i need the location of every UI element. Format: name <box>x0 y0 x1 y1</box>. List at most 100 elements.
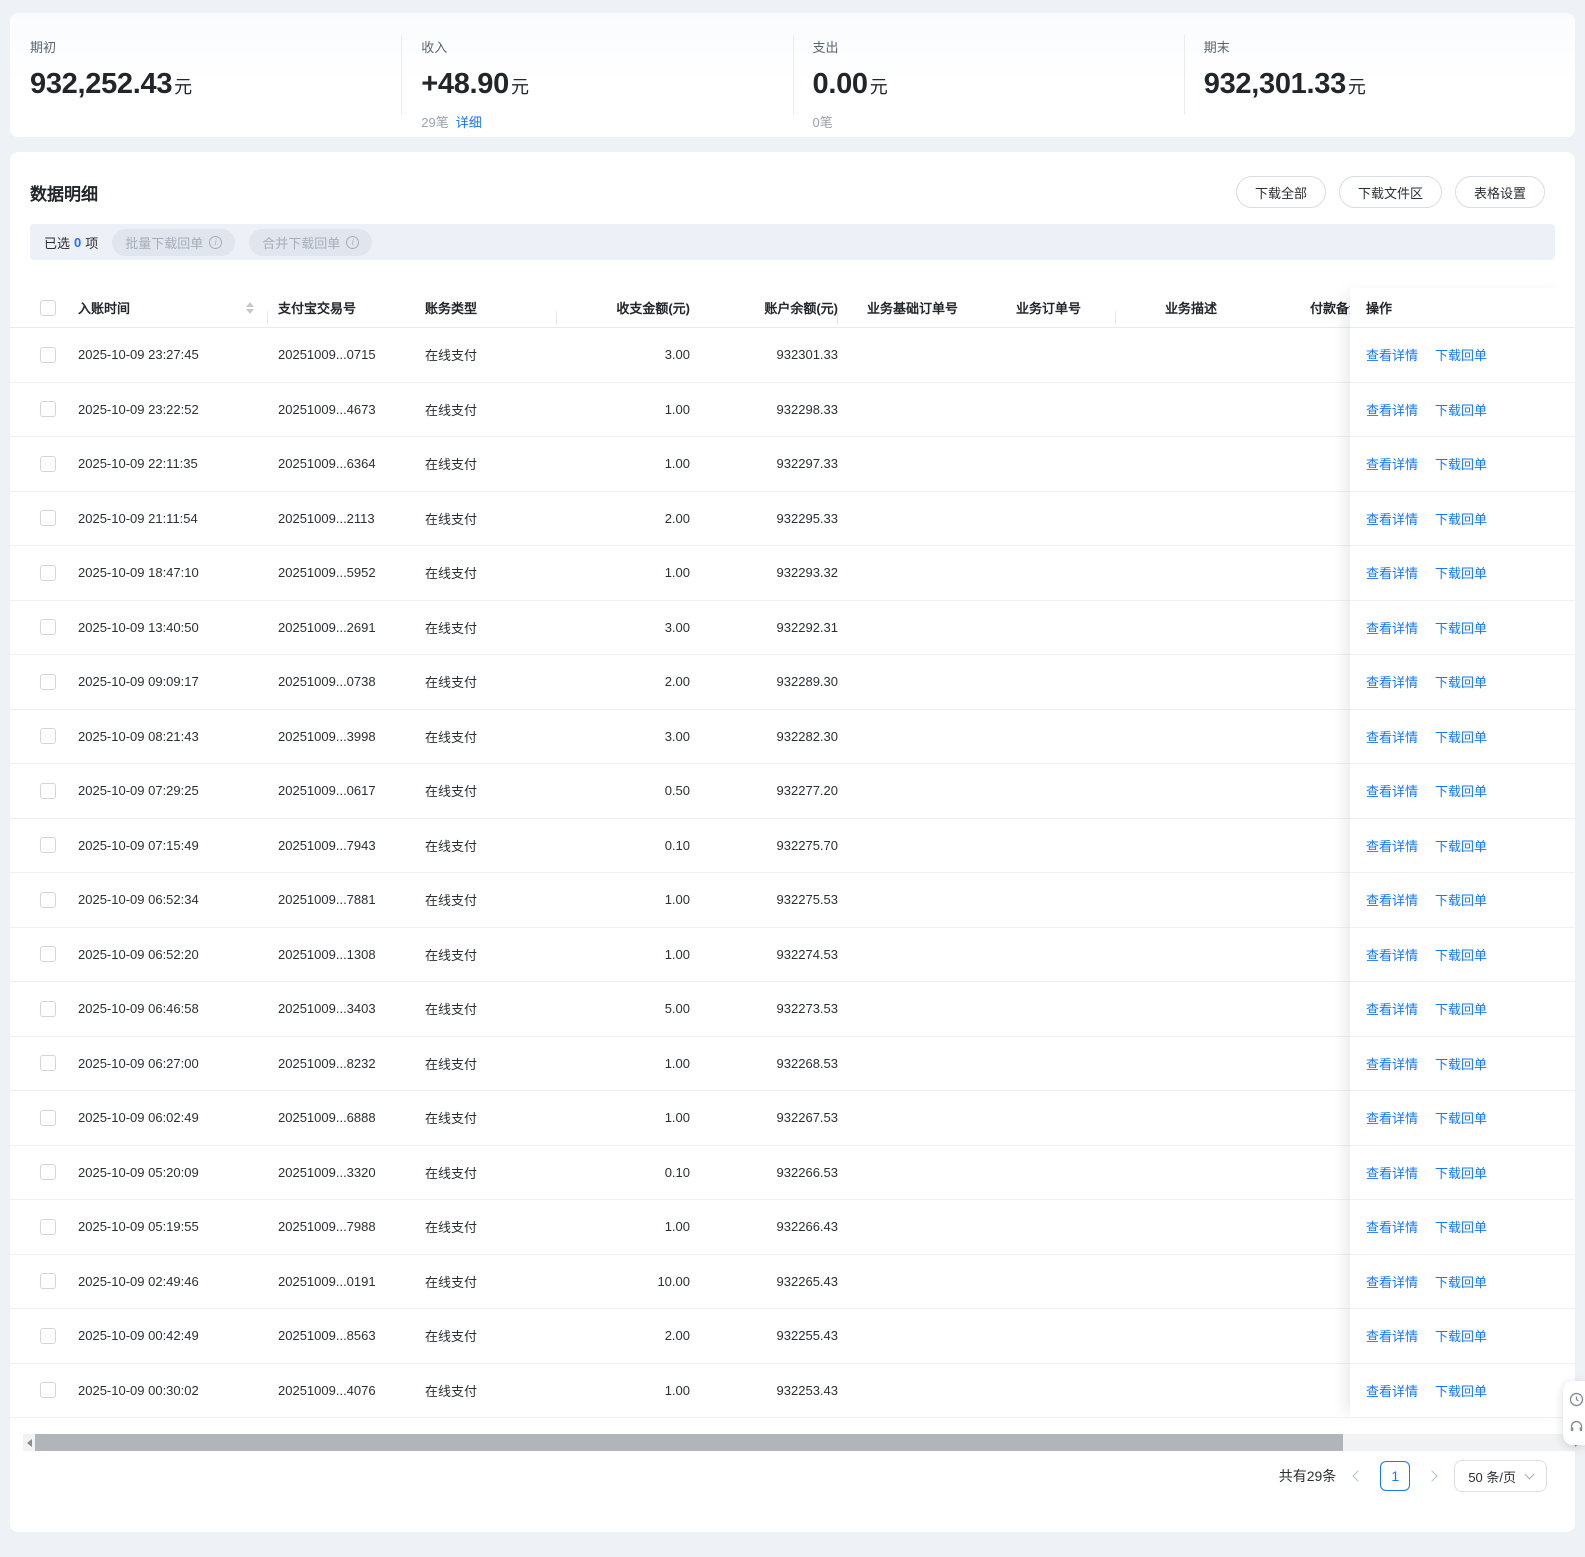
download-receipt-link[interactable]: 下载回单 <box>1435 727 1487 746</box>
row-checkbox[interactable] <box>40 346 56 363</box>
page-size-select[interactable]: 50 条/页 <box>1454 1460 1547 1492</box>
scrollbar-thumb[interactable] <box>35 1434 1343 1451</box>
download-receipt-link[interactable]: 下载回单 <box>1435 509 1487 528</box>
row-checkbox[interactable] <box>40 401 56 418</box>
row-checkbox[interactable] <box>40 1000 56 1017</box>
headset-icon[interactable] <box>1569 1419 1584 1434</box>
view-detail-link[interactable]: 查看详情 <box>1366 1272 1418 1291</box>
row-checkbox[interactable] <box>40 673 56 690</box>
view-detail-link[interactable]: 查看详情 <box>1366 563 1418 582</box>
merge-download-label: 合并下载回单 <box>262 235 341 251</box>
table-settings-button[interactable]: 表格设置 <box>1454 176 1545 208</box>
row-checkbox[interactable] <box>40 510 56 527</box>
view-detail-link[interactable]: 查看详情 <box>1366 999 1418 1018</box>
scroll-left-arrow-icon[interactable] <box>23 1434 35 1451</box>
cell-txn: 20251009...6364 <box>278 456 376 472</box>
next-page-icon[interactable] <box>1426 1470 1438 1482</box>
sort-icon[interactable] <box>246 301 254 314</box>
view-detail-link[interactable]: 查看详情 <box>1366 781 1418 800</box>
row-checkbox[interactable] <box>40 728 56 745</box>
download-receipt-link[interactable]: 下载回单 <box>1435 618 1487 637</box>
download-receipt-link[interactable]: 下载回单 <box>1435 836 1487 855</box>
view-detail-link[interactable]: 查看详情 <box>1366 1381 1418 1400</box>
income-detail-link[interactable]: 详细 <box>456 115 482 130</box>
merge-download-button[interactable]: 合并下载回单 i <box>249 228 373 256</box>
prev-page-icon[interactable] <box>1352 1470 1364 1482</box>
download-receipt-link[interactable]: 下载回单 <box>1435 999 1487 1018</box>
row-checkbox[interactable] <box>40 1164 56 1181</box>
view-detail-link[interactable]: 查看详情 <box>1366 1217 1418 1236</box>
download-receipt-link[interactable]: 下载回单 <box>1435 1163 1487 1182</box>
view-detail-link[interactable]: 查看详情 <box>1366 1054 1418 1073</box>
row-checkbox[interactable] <box>40 1218 56 1235</box>
view-detail-link[interactable]: 查看详情 <box>1366 454 1418 473</box>
cell-type: 在线支付 <box>425 1329 478 1345</box>
download-receipt-link[interactable]: 下载回单 <box>1435 345 1487 364</box>
view-detail-link[interactable]: 查看详情 <box>1366 945 1418 964</box>
row-checkbox[interactable] <box>40 837 56 854</box>
download-receipt-link[interactable]: 下载回单 <box>1435 945 1487 964</box>
download-receipt-link[interactable]: 下载回单 <box>1435 890 1487 909</box>
download-receipt-link[interactable]: 下载回单 <box>1435 1381 1487 1400</box>
row-checkbox[interactable] <box>40 782 56 799</box>
row-checkbox[interactable] <box>40 564 56 581</box>
view-detail-link[interactable]: 查看详情 <box>1366 1108 1418 1127</box>
view-detail-link[interactable]: 查看详情 <box>1366 509 1418 528</box>
view-detail-link[interactable]: 查看详情 <box>1366 1326 1418 1345</box>
view-detail-link[interactable]: 查看详情 <box>1366 836 1418 855</box>
header-type: 账务类型 <box>418 298 557 325</box>
cell-txn: 20251009...4673 <box>278 401 376 417</box>
download-receipt-link[interactable]: 下载回单 <box>1435 1054 1487 1073</box>
floating-helper-widget[interactable] <box>1563 1381 1585 1445</box>
row-checkbox-cell <box>10 1109 70 1126</box>
page-number-button[interactable]: 1 <box>1380 1461 1411 1491</box>
view-detail-link[interactable]: 查看详情 <box>1366 727 1418 746</box>
transactions-table: 入账时间 支付宝交易号 账务类型 收支金额(元) 账户余额(元) 业务基础订单号… <box>10 288 1575 1418</box>
row-checkbox[interactable] <box>40 1273 56 1290</box>
row-checkbox[interactable] <box>40 619 56 636</box>
view-detail-link[interactable]: 查看详情 <box>1366 345 1418 364</box>
clock-icon[interactable] <box>1569 1392 1584 1407</box>
download-all-button[interactable]: 下载全部 <box>1235 176 1326 208</box>
download-receipt-link[interactable]: 下载回单 <box>1435 1326 1487 1345</box>
horizontal-scrollbar[interactable] <box>23 1434 1583 1451</box>
panel-toolbar: 下载全部 下载文件区 表格设置 <box>1235 176 1545 208</box>
download-receipt-link[interactable]: 下载回单 <box>1435 1217 1487 1236</box>
row-checkbox[interactable] <box>40 1055 56 1072</box>
cell-type: 在线支付 <box>425 838 478 854</box>
view-detail-link[interactable]: 查看详情 <box>1366 618 1418 637</box>
cell-balance: 932292.31 <box>776 619 838 635</box>
cell-type: 在线支付 <box>425 675 478 691</box>
select-all-checkbox[interactable] <box>40 299 56 316</box>
row-checkbox[interactable] <box>40 946 56 963</box>
row-checkbox[interactable] <box>40 891 56 908</box>
view-detail-link[interactable]: 查看详情 <box>1366 400 1418 419</box>
download-receipt-link[interactable]: 下载回单 <box>1435 563 1487 582</box>
table-header-row: 入账时间 支付宝交易号 账务类型 收支金额(元) 账户余额(元) 业务基础订单号… <box>10 288 1575 328</box>
cell-txn: 20251009...3320 <box>278 1164 376 1180</box>
row-checkbox-cell <box>10 1000 70 1017</box>
row-actions: 查看详情 下载回单 <box>1350 1146 1575 1200</box>
batch-download-button[interactable]: 批量下载回单 i <box>112 228 236 256</box>
row-checkbox[interactable] <box>40 1382 56 1399</box>
row-checkbox-cell <box>10 1382 70 1399</box>
row-checkbox[interactable] <box>40 1109 56 1126</box>
download-receipt-link[interactable]: 下载回单 <box>1435 781 1487 800</box>
cell-type: 在线支付 <box>425 1111 478 1127</box>
table-row: 2025-10-09 07:29:25 20251009...0617 在线支付… <box>10 764 1575 819</box>
download-receipt-link[interactable]: 下载回单 <box>1435 1272 1487 1291</box>
view-detail-link[interactable]: 查看详情 <box>1366 1163 1418 1182</box>
cell-txn: 20251009...0617 <box>278 783 376 799</box>
summary-expense: 支出 0.00 元 0笔 <box>792 13 1184 137</box>
cell-amount: 1.00 <box>664 456 690 472</box>
table-body: 2025-10-09 23:27:45 20251009...0715 在线支付… <box>10 328 1575 1418</box>
row-checkbox[interactable] <box>40 1327 56 1344</box>
download-receipt-link[interactable]: 下载回单 <box>1435 1108 1487 1127</box>
view-detail-link[interactable]: 查看详情 <box>1366 672 1418 691</box>
download-files-button[interactable]: 下载文件区 <box>1338 176 1442 208</box>
row-checkbox[interactable] <box>40 455 56 472</box>
download-receipt-link[interactable]: 下载回单 <box>1435 672 1487 691</box>
download-receipt-link[interactable]: 下载回单 <box>1435 400 1487 419</box>
view-detail-link[interactable]: 查看详情 <box>1366 890 1418 909</box>
download-receipt-link[interactable]: 下载回单 <box>1435 454 1487 473</box>
